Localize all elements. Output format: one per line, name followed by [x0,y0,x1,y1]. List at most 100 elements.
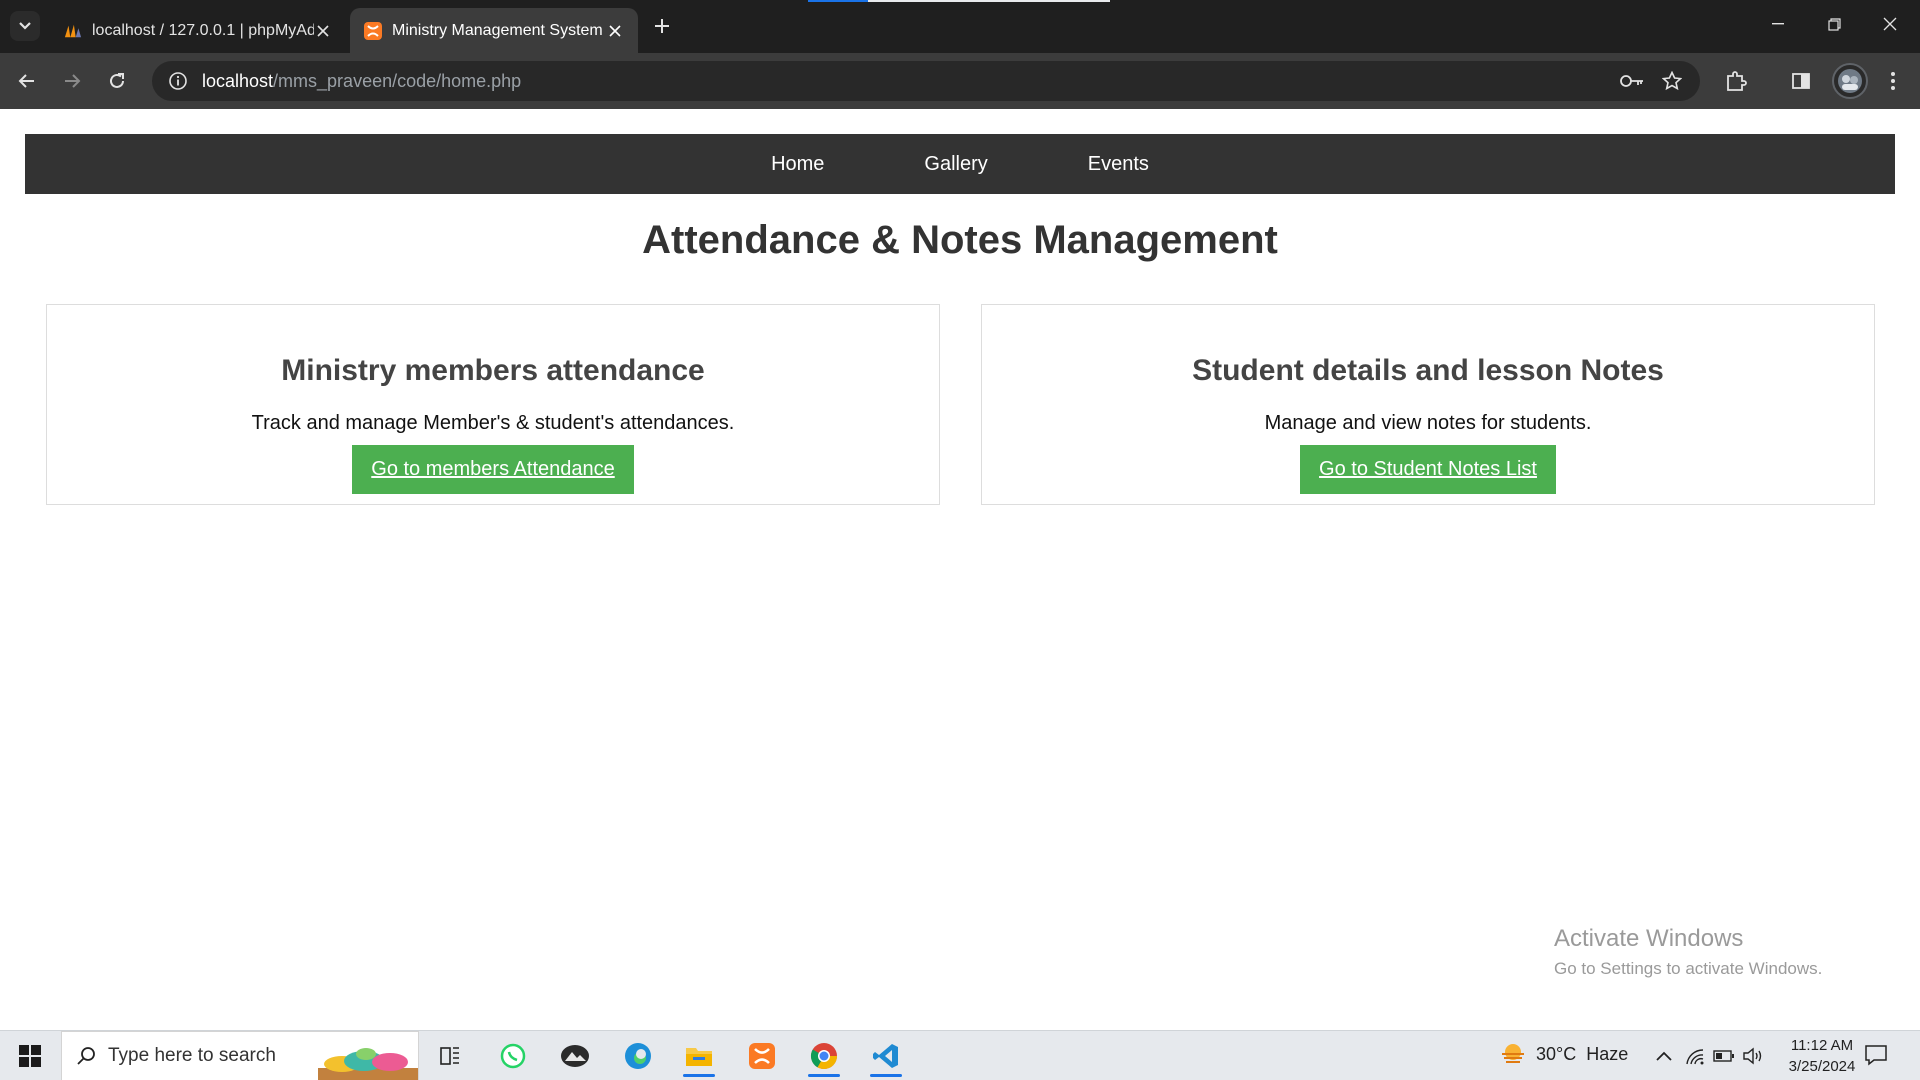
nav-link-gallery[interactable]: Gallery [924,153,987,176]
phpmyadmin-icon [64,22,82,40]
weather-temperature: 30°C [1536,1043,1577,1064]
members-attendance-button[interactable]: Go to members Attendance [352,445,634,494]
loading-track [868,0,1110,2]
taskbar-search-box[interactable]: Type here to search [61,1031,419,1080]
volume-button[interactable] [1741,1044,1765,1068]
watermark-subtitle: Go to Settings to activate Windows. [1554,959,1823,978]
puzzle-icon [1727,71,1747,91]
side-panel-icon [1792,73,1810,89]
haze-sun-icon [1502,1044,1524,1063]
network-icon [1686,1049,1704,1065]
battery-icon [1713,1050,1734,1062]
search-icon [77,1047,95,1065]
chrome-menu-button[interactable] [1877,65,1909,97]
battery-button[interactable] [1712,1044,1736,1068]
weather-condition: Haze [1586,1043,1629,1064]
student-notes-button[interactable]: Go to Student Notes List [1300,445,1556,494]
card-title: Ministry members attendance [281,354,705,387]
photos-icon [561,1045,589,1067]
nav-link-home[interactable]: Home [771,153,824,176]
close-window-button[interactable] [1862,0,1918,48]
site-navbar: Home Gallery Events [25,134,1895,194]
xampp-icon [364,21,382,40]
minimize-button[interactable] [1750,0,1806,48]
whatsapp-icon [500,1043,526,1069]
file-explorer-button[interactable] [675,1035,723,1077]
clock-time: 11:12 AM [1790,1037,1854,1054]
reload-icon [110,73,124,88]
side-panel-button[interactable] [1785,65,1817,97]
restore-icon [1827,17,1841,31]
chrome-button[interactable] [800,1035,848,1077]
student-notes-card: Student details and lesson Notes Manage … [981,304,1875,505]
show-hidden-icons-button[interactable] [1652,1044,1676,1068]
edge-icon [625,1043,651,1069]
plus-icon [655,19,669,33]
arrow-left-icon [18,74,34,88]
tab-title: localhost / 127.0.0.1 | phpMyAdmin [92,21,314,39]
close-icon [1883,17,1897,31]
profile-avatar[interactable] [1832,63,1868,99]
browser-toolbar: localhost/mms_praveen/code/home.php [0,53,1920,109]
extensions-button[interactable] [1720,65,1752,97]
running-indicator [683,1074,715,1077]
more-vert-icon [1891,72,1895,90]
watermark-title: Activate Windows [1554,925,1744,952]
tab-search-button[interactable] [10,11,40,41]
xampp-icon [749,1043,775,1069]
chrome-icon [810,1043,838,1070]
password-key-icon[interactable] [1620,69,1644,93]
tab-title: Ministry Management System [392,21,603,39]
card-description: Manage and view notes for students. [1264,412,1592,434]
edge-button[interactable] [614,1035,662,1077]
search-placeholder: Type here to search [108,1045,276,1066]
search-highlight-art [318,1048,418,1080]
chevron-down-icon [19,22,31,30]
address-bar[interactable]: localhost/mms_praveen/code/home.php [152,61,1700,101]
running-indicator [808,1074,840,1077]
info-icon[interactable] [158,61,198,101]
network-button[interactable] [1683,1044,1707,1068]
back-button[interactable] [9,63,45,99]
notification-icon [1865,1045,1887,1066]
windows-taskbar: Type here to search 30°C Haze 11:12 AM 3… [0,1030,1920,1080]
chevron-up-icon [1656,1051,1672,1061]
task-view-button[interactable] [426,1035,474,1077]
vscode-icon [873,1044,898,1068]
close-icon[interactable] [314,22,332,40]
windows-logo-icon [19,1045,41,1067]
url-host: localhost [202,70,274,91]
new-tab-button[interactable] [648,12,676,40]
system-clock[interactable]: 11:12 AM 3/25/2024 [1770,1035,1874,1077]
minimize-icon [1772,23,1784,25]
notification-center-button[interactable] [1864,1043,1888,1072]
xampp-button[interactable] [738,1035,786,1077]
url-path: /mms_praveen/code/home.php [273,70,522,91]
running-indicator [870,1074,902,1077]
arrow-right-icon [65,74,81,88]
activate-windows-watermark: Activate Windows Go to Settings to activ… [1554,925,1822,979]
bookmark-star-icon[interactable] [1660,69,1684,93]
clock-date: 3/25/2024 [1788,1058,1856,1075]
weather-widget[interactable]: 30°C Haze [1500,1041,1628,1067]
nav-link-events[interactable]: Events [1088,153,1149,176]
page-title: Attendance & Notes Management [642,218,1278,262]
card-title: Student details and lesson Notes [1192,354,1664,387]
whatsapp-button[interactable] [489,1035,537,1077]
tab-ministry-management[interactable]: Ministry Management System [350,8,638,53]
card-description: Track and manage Member's & student's at… [251,412,735,434]
reload-button[interactable] [99,63,135,99]
start-button[interactable] [6,1035,54,1077]
tab-phpmyadmin[interactable]: localhost / 127.0.0.1 | phpMyAdmin [50,8,346,53]
url-text: localhost/mms_praveen/code/home.php [202,71,521,92]
loading-indicator [808,0,868,2]
speaker-icon [1743,1047,1762,1065]
vscode-button[interactable] [862,1035,910,1077]
forward-button[interactable] [54,63,90,99]
avatar-icon [1838,69,1862,93]
task-view-icon [440,1047,459,1065]
attendance-card: Ministry members attendance Track and ma… [46,304,940,505]
restore-button[interactable] [1806,0,1862,48]
photos-button[interactable] [551,1035,599,1077]
close-icon[interactable] [606,22,624,40]
